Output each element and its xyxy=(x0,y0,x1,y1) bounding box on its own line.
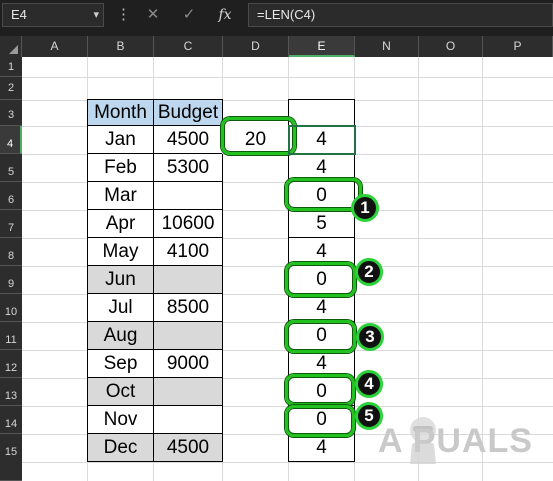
month-feb[interactable]: Feb xyxy=(87,153,154,182)
budget-feb[interactable]: 5300 xyxy=(153,153,223,182)
len-dec[interactable]: 4 xyxy=(288,433,355,462)
month-aug[interactable]: Aug xyxy=(87,321,154,350)
select-all-icon xyxy=(9,45,18,54)
badge-4: 4 xyxy=(355,370,383,398)
badge-2: 2 xyxy=(355,258,383,286)
month-jul[interactable]: Jul xyxy=(87,293,154,322)
budget-nov[interactable] xyxy=(153,405,223,434)
row-header-5[interactable]: 5 xyxy=(0,154,22,182)
month-may[interactable]: May xyxy=(87,237,154,266)
budget-mar[interactable] xyxy=(153,181,223,210)
row-header-1[interactable]: 1 xyxy=(0,57,22,77)
month-nov[interactable]: Nov xyxy=(87,405,154,434)
month-jun[interactable]: Jun xyxy=(87,265,154,294)
len-apr[interactable]: 5 xyxy=(288,209,355,238)
row-header-14[interactable]: 14 xyxy=(0,406,22,434)
row-header-2[interactable]: 2 xyxy=(0,77,22,100)
month-jan[interactable]: Jan xyxy=(87,125,154,154)
month-sep[interactable]: Sep xyxy=(87,349,154,378)
appuals-watermark: A PUALS xyxy=(378,410,550,470)
chevron-down-icon[interactable]: ▾ xyxy=(93,4,99,26)
more-options-icon[interactable]: ⋮ xyxy=(116,6,131,24)
row-header-9[interactable]: 9 xyxy=(0,266,22,294)
row-header-13[interactable]: 13 xyxy=(0,378,22,406)
select-all-button[interactable] xyxy=(0,36,22,57)
row-header-15[interactable]: 15 xyxy=(0,434,22,481)
row-header-7[interactable]: 7 xyxy=(0,210,22,238)
budget-jul[interactable]: 8500 xyxy=(153,293,223,322)
formula-bar: E4 ▾ ⋮ ✕ ✓ fx =LEN(C4) xyxy=(0,0,553,30)
budget-dec[interactable]: 4500 xyxy=(153,433,223,462)
highlight-oct-zero xyxy=(285,374,355,406)
row-header-4[interactable]: 4 xyxy=(0,126,22,154)
header-month[interactable]: Month xyxy=(87,99,154,126)
len-jul[interactable]: 4 xyxy=(288,293,355,322)
column-header-c[interactable]: C xyxy=(154,36,223,57)
watermark-text: A PUALS xyxy=(378,422,533,460)
column-header-b[interactable]: B xyxy=(88,36,154,57)
budget-may[interactable]: 4100 xyxy=(153,237,223,266)
highlight-aug-zero xyxy=(285,320,356,353)
column-header-d[interactable]: D xyxy=(223,36,289,57)
budget-sep[interactable]: 9000 xyxy=(153,349,223,378)
budget-apr[interactable]: 10600 xyxy=(153,209,223,238)
row-header-10[interactable]: 10 xyxy=(0,294,22,322)
insert-function-icon[interactable]: fx xyxy=(214,4,236,26)
highlight-jun-zero xyxy=(285,262,356,297)
column-header-e[interactable]: E xyxy=(289,36,355,57)
budget-jun[interactable] xyxy=(153,265,223,294)
badge-1: 1 xyxy=(351,194,379,222)
e3-cell[interactable] xyxy=(288,99,355,126)
month-oct[interactable]: Oct xyxy=(87,377,154,406)
formula-input[interactable]: =LEN(C4) xyxy=(248,3,553,27)
month-mar[interactable]: Mar xyxy=(87,181,154,210)
row-header-11[interactable]: 11 xyxy=(0,322,22,350)
column-header-a[interactable]: A xyxy=(22,36,88,57)
month-apr[interactable]: Apr xyxy=(87,209,154,238)
month-dec[interactable]: Dec xyxy=(87,433,154,462)
name-box-value: E4 xyxy=(11,7,27,22)
highlight-nov-zero xyxy=(285,405,355,437)
column-header-o[interactable]: O xyxy=(419,36,483,57)
header-budget[interactable]: Budget xyxy=(153,99,223,126)
cancel-icon[interactable]: ✕ xyxy=(142,4,164,26)
column-header-n[interactable]: N xyxy=(355,36,419,57)
enter-icon[interactable]: ✓ xyxy=(178,4,200,26)
row-header-6[interactable]: 6 xyxy=(0,182,22,210)
budget-oct[interactable] xyxy=(153,377,223,406)
column-header-p[interactable]: P xyxy=(483,36,553,57)
row-header-8[interactable]: 8 xyxy=(0,238,22,266)
row-header-3[interactable]: 3 xyxy=(0,100,22,126)
budget-aug[interactable] xyxy=(153,321,223,350)
name-box[interactable]: E4 ▾ xyxy=(2,3,104,27)
budget-jan[interactable]: 4500 xyxy=(153,125,223,154)
active-cell-e4[interactable] xyxy=(288,125,356,155)
row-header-12[interactable]: 12 xyxy=(0,350,22,378)
highlight-d4 xyxy=(221,117,296,155)
badge-3: 3 xyxy=(356,323,384,351)
